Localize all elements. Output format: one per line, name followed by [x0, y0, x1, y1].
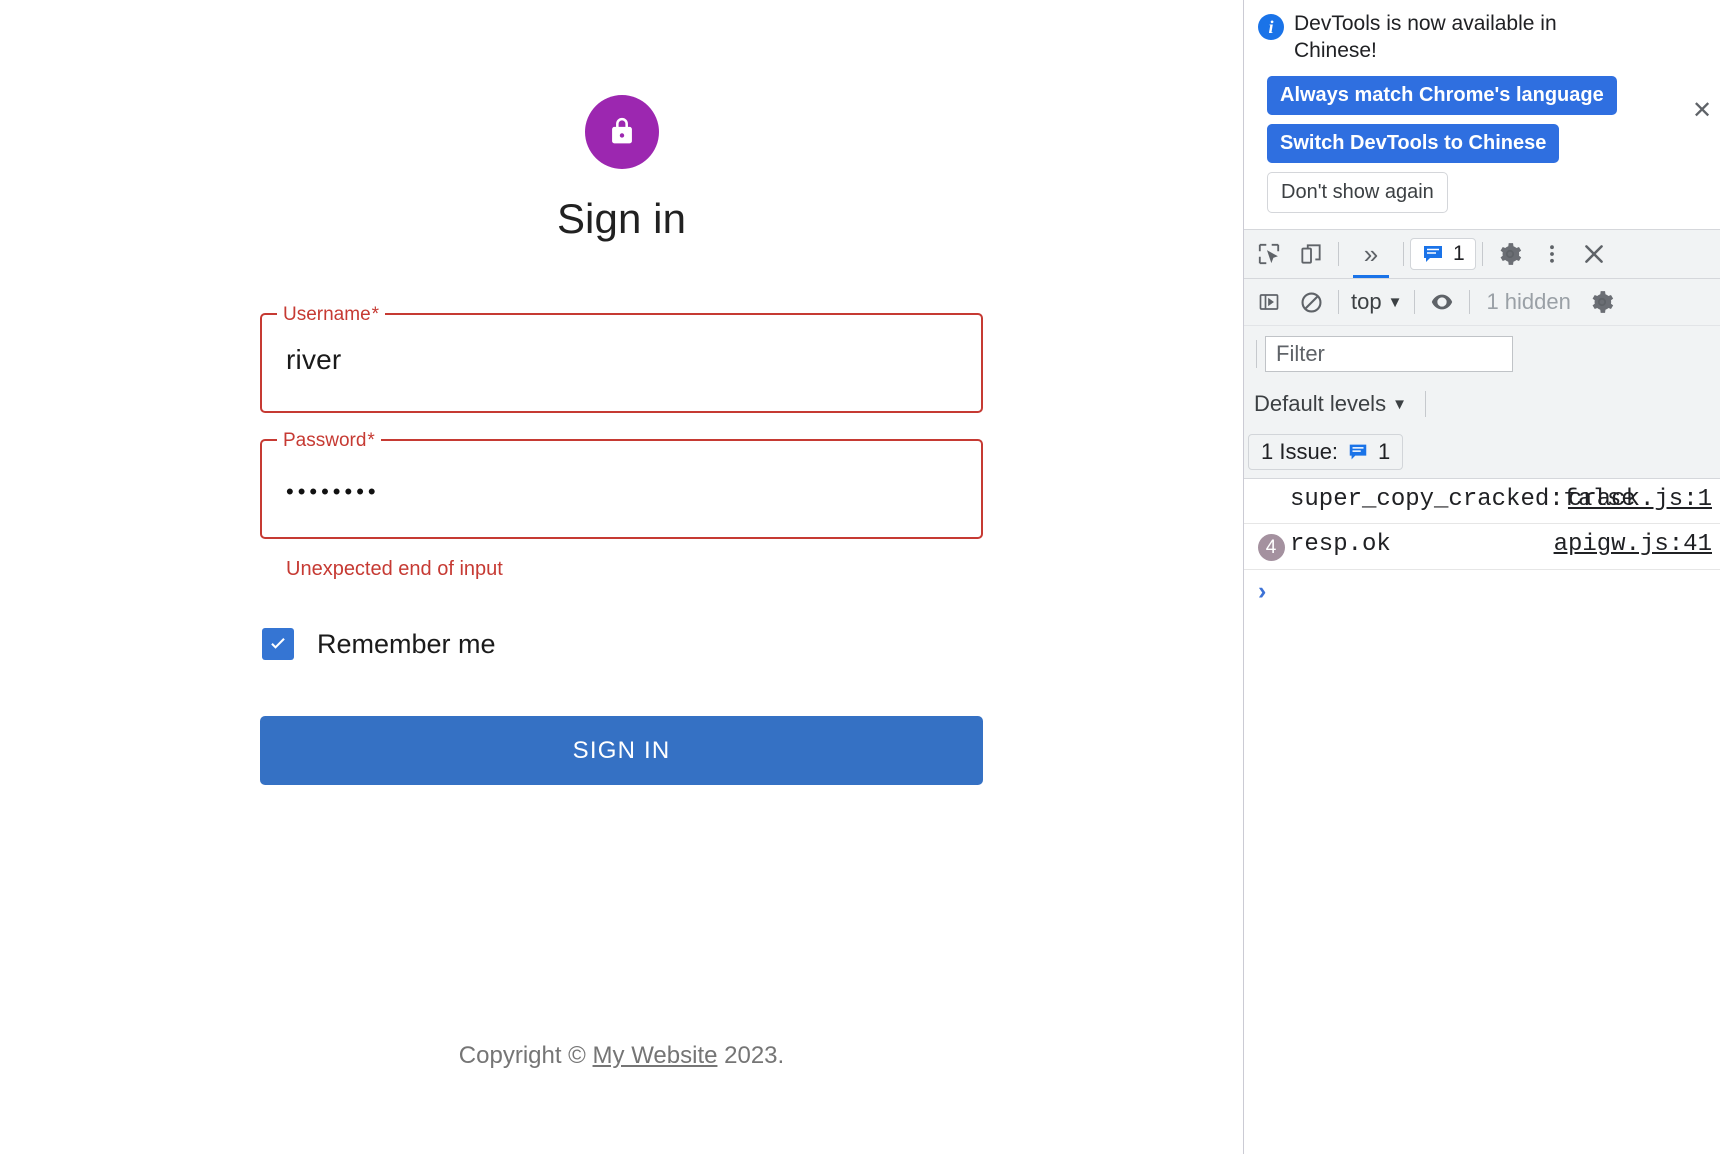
filter-row-divider [1256, 340, 1257, 368]
info-icon: i [1258, 14, 1284, 40]
console-message-list: super_copy_cracked:false crack.js:1 4 re… [1244, 479, 1720, 612]
signin-card: Sign in Username* river Password* ••••••… [0, 0, 1243, 786]
notification-actions: Always match Chrome's language Switch De… [1267, 76, 1706, 213]
devtools-language-notification: i DevTools is now available in Chinese! … [1244, 0, 1720, 229]
live-expression-eye-icon[interactable] [1421, 281, 1463, 323]
console-toolbar-divider [1338, 290, 1339, 314]
chevron-down-icon-levels: ▼ [1392, 395, 1407, 413]
lock-icon [584, 95, 659, 169]
console-message-source-link[interactable]: apigw.js:41 [1554, 530, 1712, 560]
password-value: •••••••• [286, 479, 380, 505]
message-gutter [1252, 485, 1290, 489]
browser-page-viewport: Sign in Username* river Password* ••••••… [0, 0, 1243, 1154]
username-input[interactable]: Username* river [260, 304, 983, 414]
console-message-text: resp.ok [1290, 531, 1391, 558]
dont-show-again-button[interactable]: Don't show again [1267, 172, 1448, 213]
issues-counter-button[interactable]: 1 [1410, 238, 1476, 270]
notification-message: DevTools is now available in Chinese! [1294, 12, 1557, 62]
console-issues-bar: 1 Issue: 1 [1244, 426, 1720, 479]
device-toolbar-icon[interactable] [1290, 233, 1332, 275]
toolbar-divider [1338, 242, 1339, 266]
inspect-element-icon[interactable] [1248, 233, 1290, 275]
page-title: Sign in [556, 195, 687, 242]
levels-divider [1424, 391, 1426, 417]
always-match-language-button[interactable]: Always match Chrome's language [1267, 76, 1617, 115]
app-root: Sign in Username* river Password* ••••••… [0, 0, 1720, 1154]
password-field-group: Password* •••••••• Unexpected end of inp… [260, 430, 983, 581]
console-sidebar-icon[interactable] [1248, 281, 1290, 323]
prompt-caret-icon: › [1258, 577, 1267, 605]
issues-summary-pill[interactable]: 1 Issue: 1 [1248, 434, 1404, 470]
copyright-suffix: 2023. [717, 1042, 785, 1069]
console-levels-row: Default levels ▼ [1244, 382, 1720, 426]
switch-to-chinese-button[interactable]: Switch DevTools to Chinese [1267, 124, 1560, 163]
toolbar-divider-2 [1403, 242, 1404, 266]
issues-summary-text: 1 Issue: [1261, 439, 1339, 464]
console-toolbar: top ▼ 1 hidden [1244, 279, 1720, 326]
filter-input[interactable] [1265, 336, 1513, 372]
check-icon [271, 638, 285, 650]
issues-summary-count: 1 [1378, 439, 1391, 464]
console-message-source-link[interactable]: crack.js:1 [1568, 485, 1712, 515]
console-settings-gear-icon[interactable] [1581, 281, 1623, 323]
close-icon[interactable] [1573, 233, 1615, 275]
console-toolbar-divider-2 [1414, 290, 1416, 314]
toolbar-divider-3 [1481, 242, 1483, 266]
notification-header: i DevTools is now available in Chinese! [1258, 10, 1706, 64]
issues-count: 1 [1453, 242, 1465, 265]
password-error-text: Unexpected end of input [286, 558, 503, 581]
execution-context-selector[interactable]: top ▼ [1345, 289, 1408, 315]
console-toolbar-divider-3 [1469, 290, 1471, 314]
message-gutter: 4 [1252, 530, 1290, 561]
clear-console-icon[interactable] [1290, 281, 1332, 323]
repeat-count-badge: 4 [1257, 534, 1285, 561]
signin-form: Username* river Password* •••••••• Unexp… [260, 304, 983, 786]
console-message-row[interactable]: super_copy_cracked:false crack.js:1 [1244, 479, 1720, 524]
console-filter-row [1244, 326, 1720, 382]
username-value: river [286, 344, 342, 376]
sign-in-button[interactable]: SIGN IN [260, 716, 983, 786]
log-levels-value: Default levels [1254, 391, 1387, 416]
username-field-group: Username* river [260, 304, 983, 414]
kebab-menu-icon[interactable] [1531, 233, 1573, 275]
issues-message-icon [1424, 246, 1442, 262]
console-message-row[interactable]: 4 resp.ok apigw.js:41 [1244, 524, 1720, 570]
chevron-down-icon: ▼ [1387, 293, 1403, 311]
my-website-link[interactable]: My Website [593, 1042, 718, 1069]
issues-message-icon-pill [1349, 444, 1367, 460]
devtools-panel: i DevTools is now available in Chinese! … [1243, 0, 1720, 1154]
hidden-messages-count[interactable]: 1 hidden [1476, 289, 1580, 315]
execution-context-value: top [1351, 289, 1382, 314]
console-input-prompt[interactable]: › [1244, 570, 1720, 612]
log-levels-selector[interactable]: Default levels ▼ [1248, 391, 1413, 417]
username-label: Username* [277, 304, 386, 327]
devtools-main-toolbar: » 1 [1244, 229, 1720, 279]
more-panels-overflow-button[interactable]: » [1345, 231, 1397, 278]
remember-me-label: Remember me [317, 629, 496, 660]
password-input[interactable]: Password* •••••••• [260, 430, 983, 540]
close-icon[interactable]: ✕ [1689, 98, 1715, 124]
copyright-prefix: Copyright © [458, 1042, 593, 1069]
gear-icon[interactable] [1489, 233, 1531, 275]
copyright-footer: Copyright © My Website 2023. [0, 1042, 1243, 1070]
remember-me-row[interactable]: Remember me [262, 628, 983, 661]
password-label: Password* [277, 430, 381, 453]
remember-me-checkbox[interactable] [262, 628, 294, 661]
